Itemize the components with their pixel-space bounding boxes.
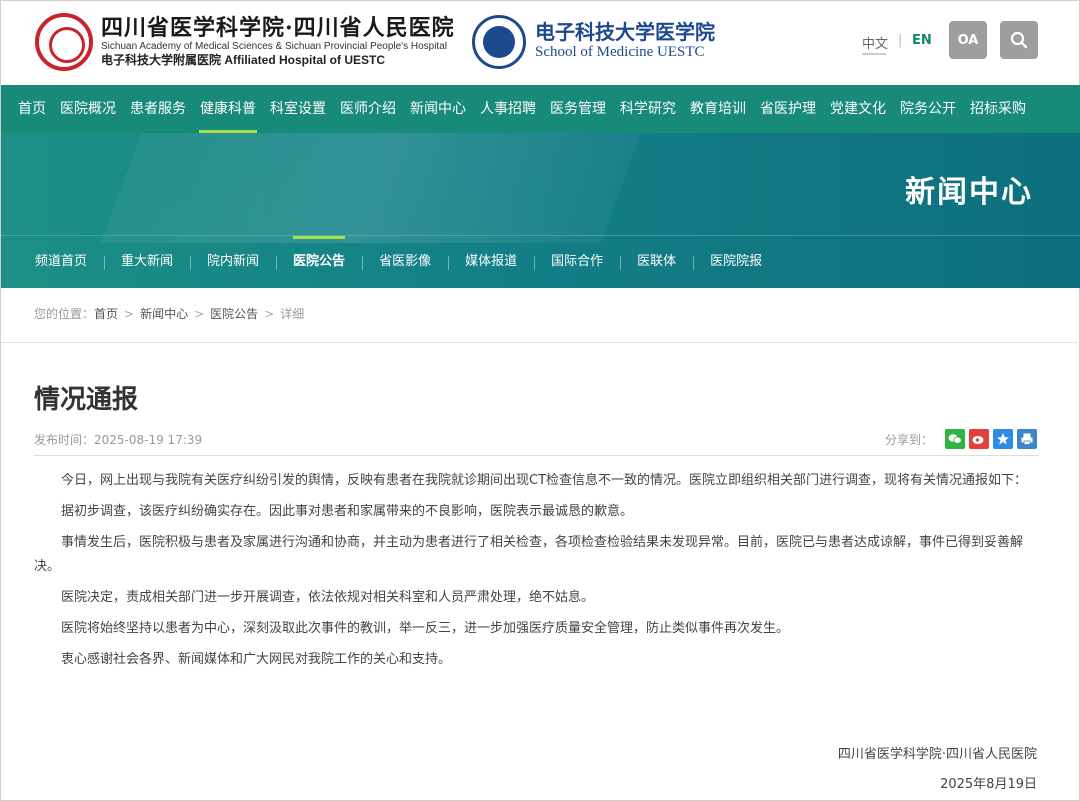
sub-nav-list: 频道首页 重大新闻 院内新闻 医院公告 省医影像 媒体报道 国际合作 医联体 医院院报 (1, 236, 1080, 288)
breadcrumb-separator: > (264, 306, 275, 321)
search-icon (1010, 31, 1028, 49)
sub-nav-item[interactable]: 院内新闻 (190, 236, 276, 288)
main-nav-item[interactable]: 新闻中心 (403, 85, 473, 133)
article-signature-block: 四川省医学科学院·四川省人民医院 2025年8月19日 (838, 740, 1037, 800)
main-nav-item[interactable]: 省医护理 (753, 85, 823, 133)
main-nav: 首页 医院概况 患者服务 健康科普 科室设置 医师介绍 新闻中心 人事招聘 医务管理 科学研究 教育… (1, 85, 1080, 133)
medical-school-name-cn: 电子科技大学医学院 (535, 20, 715, 44)
section-sub-nav: 频道首页 重大新闻 院内新闻 医院公告 省医影像 媒体报道 国际合作 医联体 医院院报 (1, 235, 1080, 288)
page: 四川省医学科学院·四川省人民医院 Sichuan Academy of Medi… (0, 0, 1080, 801)
hospital-affiliation: 电子科技大学附属医院 Affiliated Hospital of UESTC (101, 53, 386, 67)
article-paragraph: 据初步调查，该医疗纠纷确实存在。因此事对患者和家属带来的不良影响，医院表示最诚恳… (61, 504, 634, 519)
breadcrumb-announcements-link[interactable]: 医院公告 (210, 305, 258, 322)
article-paragraph: 衷心感谢社会各界、新闻媒体和广大网民对我院工作的关心和支持。 (61, 652, 452, 667)
breadcrumb-home-link[interactable]: 首页 (94, 305, 118, 322)
medical-school-name-en: School of Medicine UESTC (535, 44, 705, 60)
share-label: 分享到： (884, 432, 933, 447)
hospital-logo-icon[interactable] (35, 13, 93, 71)
sub-nav-item[interactable]: 国际合作 (534, 236, 620, 288)
breadcrumb-separator: > (124, 306, 135, 321)
main-nav-item[interactable]: 招标采购 (963, 85, 1033, 133)
sub-nav-item[interactable]: 重大新闻 (104, 236, 190, 288)
article-body: 今日，网上出现与我院有关医疗纠纷引发的舆情，反映有患者在我院就诊期间出现CT检查… (34, 469, 1042, 679)
article-date: 2025年8月19日 (940, 777, 1037, 792)
qzone-icon[interactable] (993, 429, 1013, 449)
hospital-name-block[interactable]: 四川省医学科学院·四川省人民医院 Sichuan Academy of Medi… (101, 17, 455, 67)
main-nav-item[interactable]: 健康科普 (193, 85, 263, 133)
main-nav-item[interactable]: 医务管理 (543, 85, 613, 133)
article-signature: 四川省医学科学院·四川省人民医院 (837, 747, 1037, 762)
main-nav-item[interactable]: 医师介绍 (333, 85, 403, 133)
search-button[interactable] (1000, 21, 1038, 59)
breadcrumb-separator: > (194, 306, 205, 321)
article-paragraph: 医院将始终坚持以患者为中心，深刻汲取此次事件的教训，举一反三，进一步加强医疗质量… (61, 621, 790, 636)
section-title: 新闻中心 (905, 175, 1033, 210)
oa-button[interactable]: OA (949, 21, 987, 59)
breadcrumb-current: 详细 (280, 307, 305, 321)
sub-nav-item[interactable]: 频道首页 (18, 236, 104, 288)
site-header: 四川省医学科学院·四川省人民医院 Sichuan Academy of Medi… (1, 1, 1079, 85)
wechat-icon[interactable] (945, 429, 965, 449)
print-icon[interactable] (1017, 429, 1037, 449)
language-english-link[interactable]: EN (912, 33, 932, 48)
sub-nav-item[interactable]: 医联体 (620, 236, 693, 288)
article-paragraph: 医院决定，责成相关部门进一步开展调查，依法依规对相关科室和人员严肃处理，绝不姑息… (61, 590, 595, 605)
uestc-medical-school-logo-icon[interactable] (472, 15, 526, 69)
hospital-name-en: Sichuan Academy of Medical Sciences & Si… (101, 41, 447, 52)
main-nav-item[interactable]: 人事招聘 (473, 85, 543, 133)
breadcrumb-divider (1, 342, 1080, 343)
sub-nav-item[interactable]: 媒体报道 (448, 236, 534, 288)
hospital-name-cn: 四川省医学科学院·四川省人民医院 (101, 15, 455, 41)
main-nav-item[interactable]: 院务公开 (893, 85, 963, 133)
main-nav-item[interactable]: 党建文化 (823, 85, 893, 133)
section-banner: 新闻中心 频道首页 重大新闻 院内新闻 医院公告 省医影像 媒体报道 国际合作 医联体 医院院报 (1, 133, 1080, 288)
breadcrumb-news-center-link[interactable]: 新闻中心 (140, 305, 188, 322)
breadcrumb: 您的位置： 首页 > 新闻中心 > 医院公告 > 详细 (34, 305, 304, 322)
main-nav-item[interactable]: 医院概况 (53, 85, 123, 133)
main-nav-item[interactable]: 患者服务 (123, 85, 193, 133)
sub-nav-item[interactable]: 医院公告 (276, 236, 362, 288)
main-nav-item[interactable]: 教育培训 (683, 85, 753, 133)
language-active-underline (862, 53, 886, 55)
share-bar: 分享到： (885, 429, 1037, 449)
article-paragraph: 事情发生后，医院积极与患者及家属进行沟通和协商，并主动为患者进行了相关检查，各项… (34, 535, 1024, 574)
article-paragraph: 今日，网上出现与我院有关医疗纠纷引发的舆情，反映有患者在我院就诊期间出现CT检查… (61, 473, 1028, 488)
main-nav-item[interactable]: 科学研究 (613, 85, 683, 133)
language-separator: | (898, 33, 903, 48)
sub-nav-item[interactable]: 省医影像 (362, 236, 448, 288)
main-nav-item[interactable]: 科室设置 (263, 85, 333, 133)
main-nav-list: 首页 医院概况 患者服务 健康科普 科室设置 医师介绍 新闻中心 人事招聘 医务管理 科学研究 教育… (1, 85, 1080, 133)
weibo-icon[interactable] (969, 429, 989, 449)
medical-school-name-block[interactable]: 电子科技大学医学院 School of Medicine UESTC (535, 21, 715, 61)
publish-time: 发布时间：2025-08-19 17:39 (34, 433, 203, 447)
breadcrumb-prefix: 您的位置： (34, 307, 95, 321)
meta-divider (34, 455, 1039, 456)
language-chinese-link[interactable]: 中文 (862, 33, 888, 52)
sub-nav-item[interactable]: 医院院报 (693, 236, 779, 288)
main-nav-item[interactable]: 首页 (11, 85, 53, 133)
article-title: 情况通报 (34, 385, 139, 415)
